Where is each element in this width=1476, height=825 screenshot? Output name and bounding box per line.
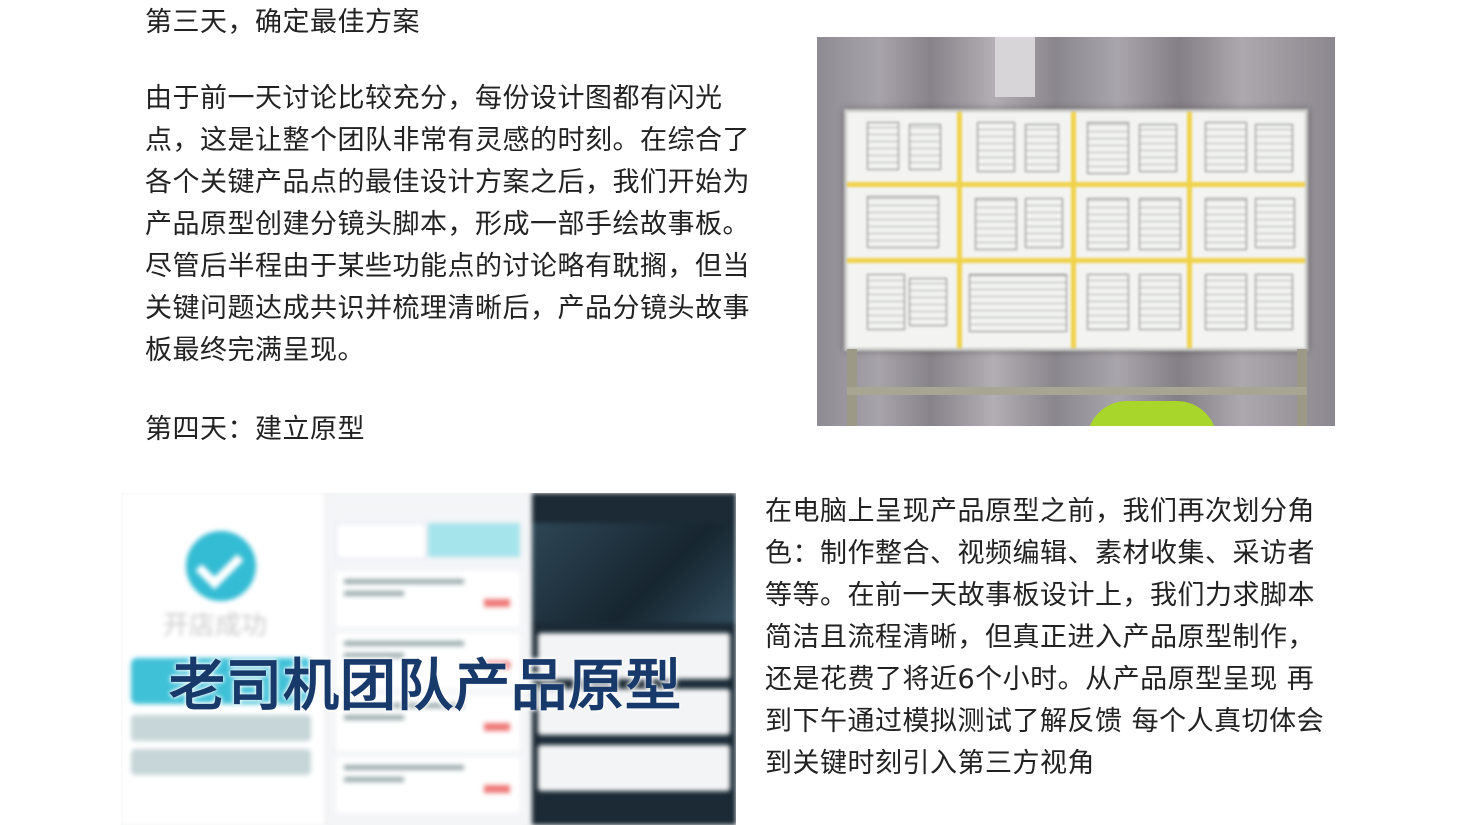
- day3-heading: 第三天，确定最佳方案: [145, 7, 420, 38]
- photo-background-strip: [995, 37, 1035, 97]
- screen-detail-card: [538, 745, 730, 791]
- screen-tab: [336, 523, 426, 559]
- storyboard-sketch: [1205, 122, 1247, 172]
- day4-heading: 第四天：建立原型: [145, 414, 365, 445]
- tape-horizontal: [847, 258, 1305, 263]
- screen-detail-photo: [532, 523, 736, 623]
- storyboard-sketch: [1087, 122, 1129, 174]
- card-text-line: [344, 777, 404, 782]
- whiteboard: [844, 109, 1308, 351]
- storyboard-sketch: [909, 278, 947, 326]
- storyboard-sketch: [1139, 198, 1181, 250]
- storyboard-sketch: [975, 198, 1017, 250]
- green-chair: [1087, 401, 1217, 426]
- whiteboard-stand-bar: [847, 387, 1307, 395]
- day3-paragraph: 由于前一天讨论比较充分，每份设计图都有闪光点，这是让整个团队非常有灵感的时刻。在…: [145, 83, 750, 366]
- tape-horizontal: [847, 182, 1305, 187]
- tape-vertical: [957, 112, 962, 348]
- prototype-image: 开店成功 老司机团队产品原型: [121, 493, 736, 825]
- card-text-line: [344, 579, 464, 584]
- storyboard-sketch: [969, 274, 1067, 332]
- storyboard-sketch: [867, 274, 905, 330]
- whiteboard-photo: [817, 37, 1335, 426]
- card-price: [484, 723, 510, 731]
- storyboard-sketch: [1139, 274, 1181, 330]
- storyboard-sketch: [977, 122, 1015, 172]
- storyboard-sketch: [1205, 198, 1247, 250]
- tape-vertical: [1071, 112, 1076, 348]
- storyboard-sketch: [1255, 198, 1295, 248]
- day4-paragraph: 在电脑上呈现产品原型之前，我们再次划分角色：制作整合、视频编辑、素材收集、采访者…: [765, 496, 1325, 779]
- card-text-line: [344, 765, 464, 770]
- storyboard-sketch: [1255, 124, 1293, 172]
- card-price: [484, 785, 510, 793]
- storyboard-sketch: [1025, 198, 1063, 248]
- storyboard-sketch: [1087, 274, 1129, 330]
- storyboard-sketch: [1205, 274, 1247, 330]
- storyboard-sketch: [1139, 124, 1177, 172]
- storyboard-sketch: [1025, 124, 1059, 172]
- screen-success-title: 开店成功: [163, 611, 268, 641]
- storyboard-sketch: [867, 196, 939, 248]
- storyboard-sketch: [1255, 274, 1293, 330]
- screen-list-card: [336, 571, 520, 627]
- article-page: 第三天，确定最佳方案 由于前一天讨论比较充分，每份设计图都有闪光点，这是让整个团…: [0, 0, 1476, 825]
- card-price: [484, 599, 510, 607]
- screen-secondary-button: [131, 749, 311, 775]
- screen-tab-active: [428, 523, 520, 557]
- prototype-overlay-title: 老司机团队产品原型: [169, 654, 682, 719]
- tape-vertical: [1187, 112, 1192, 348]
- screen-list-card: [336, 757, 520, 813]
- storyboard-sketch: [867, 122, 899, 170]
- card-text-line: [344, 591, 404, 596]
- storyboard-sketch: [909, 124, 941, 170]
- storyboard-sketch: [1087, 198, 1129, 250]
